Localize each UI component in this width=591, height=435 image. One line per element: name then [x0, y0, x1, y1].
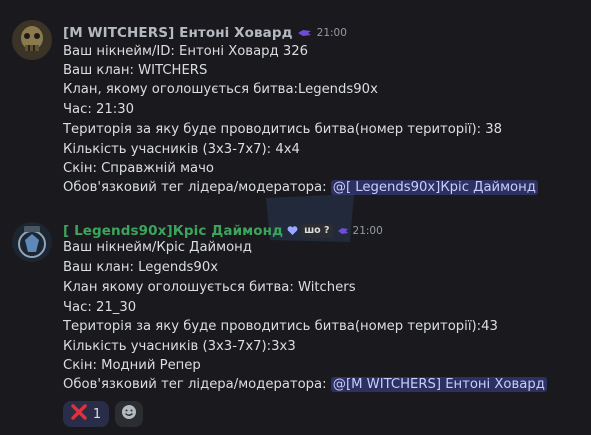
- tag-prefix: Обов'язковий тег лідера/модератора:: [63, 377, 331, 392]
- pet-badge-icon: [337, 221, 349, 240]
- message-line: Скін: Справжній мачо: [63, 161, 214, 176]
- message-line: Ваш нікнейм/ID: Ентоні Ховард 326: [63, 44, 309, 59]
- message-line: Час: 21:30: [63, 102, 135, 117]
- message-line: Територія за яку буде проводитись битва(…: [63, 319, 498, 334]
- message-line: Час: 21_30: [63, 300, 137, 315]
- avatar[interactable]: [12, 222, 52, 262]
- cross-mark-icon: [71, 404, 87, 424]
- user-mention[interactable]: @[ Legends90x]Кріс Даймонд: [330, 180, 538, 195]
- username[interactable]: [ Legends90x]Кріс Даймонд: [63, 223, 283, 239]
- message-line: Ваш клан: Legends90x: [63, 260, 219, 275]
- message-line: Клан, якому оголошується битва:Legends90…: [63, 82, 378, 97]
- username[interactable]: [M WITCHERS] Ентоні Ховард: [63, 25, 293, 41]
- tag-line: Обов'язковий тег лідера/модератора: @[M …: [63, 376, 547, 394]
- message-line: Клан якому оголошується битва: Witchers: [63, 280, 356, 295]
- message-line: Ваш клан: WITCHERS: [63, 63, 208, 78]
- reaction-count: 1: [92, 406, 102, 422]
- reaction-cross[interactable]: 1: [63, 401, 109, 427]
- avatar-emblem-icon: [12, 222, 52, 262]
- avatar-skull-icon: [12, 20, 52, 60]
- user-mention[interactable]: @[M WITCHERS] Ентоні Ховард: [330, 377, 547, 392]
- tag-prefix: Обов'язковий тег лідера/модератора:: [63, 180, 331, 195]
- heart-badge-icon: [287, 221, 298, 240]
- message-line: Територія за яку буде проводитись битва(…: [63, 122, 503, 137]
- add-reaction-button[interactable]: [115, 401, 143, 427]
- smiley-add-icon: [121, 404, 137, 424]
- message-line: Ваш нікнейм/Кріс Даймонд: [63, 240, 252, 255]
- tag-line: Обов'язковий тег лідера/модератора: @[ L…: [63, 179, 538, 197]
- message-line: Кількість учасників (3х3-7х7):3х3: [63, 339, 296, 354]
- role-tag: шо ?: [301, 223, 333, 238]
- message-line: Скін: Модний Репер: [63, 358, 201, 373]
- message-line: Кількість учасників (3х3-7х7): 4х4: [63, 142, 300, 157]
- timestamp: 21:00: [352, 224, 383, 237]
- avatar[interactable]: [12, 20, 52, 60]
- pet-badge-icon: [297, 23, 313, 42]
- timestamp: 21:00: [316, 26, 347, 39]
